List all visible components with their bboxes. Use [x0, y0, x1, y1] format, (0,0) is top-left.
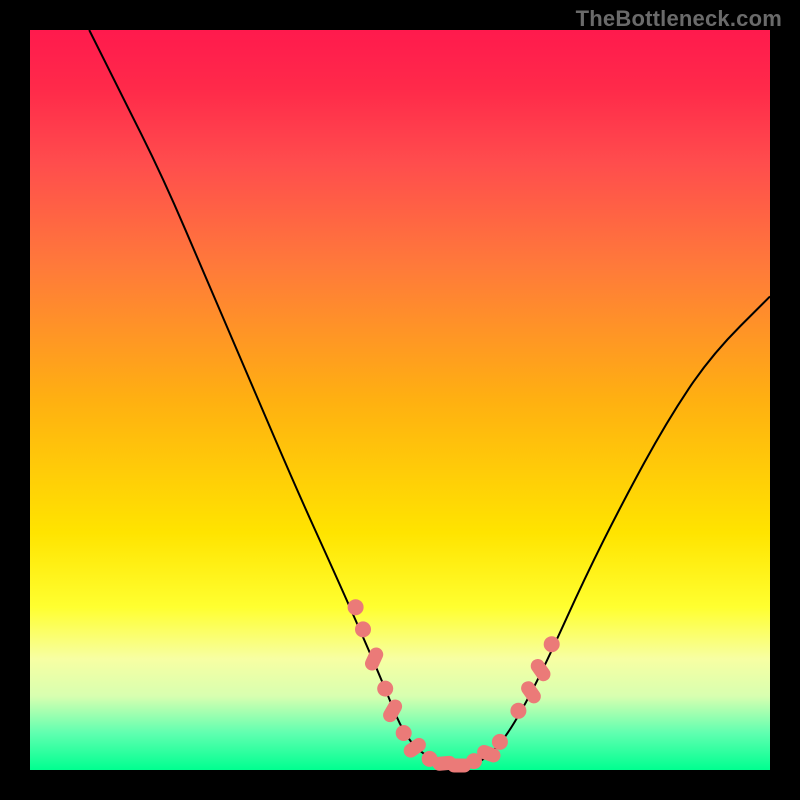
curve-marker-dot [510, 703, 526, 719]
curve-marker-dot [377, 681, 393, 697]
curve-marker-dot [396, 725, 412, 741]
chart-frame: TheBottleneck.com [0, 0, 800, 800]
marker-layer [348, 599, 560, 772]
curve-marker-pill [528, 656, 553, 684]
curve-marker-dot [348, 599, 364, 615]
curve-layer [89, 30, 770, 765]
plot-area [30, 30, 770, 770]
curve-marker-dot [492, 734, 508, 750]
attribution-text: TheBottleneck.com [576, 6, 782, 32]
curve-marker-pill [363, 645, 386, 673]
curve-marker-pill [381, 697, 405, 725]
bottleneck-curve [89, 30, 770, 765]
curve-svg [30, 30, 770, 770]
curve-marker-dot [355, 621, 371, 637]
curve-marker-pill [518, 678, 543, 706]
curve-marker-dot [544, 636, 560, 652]
